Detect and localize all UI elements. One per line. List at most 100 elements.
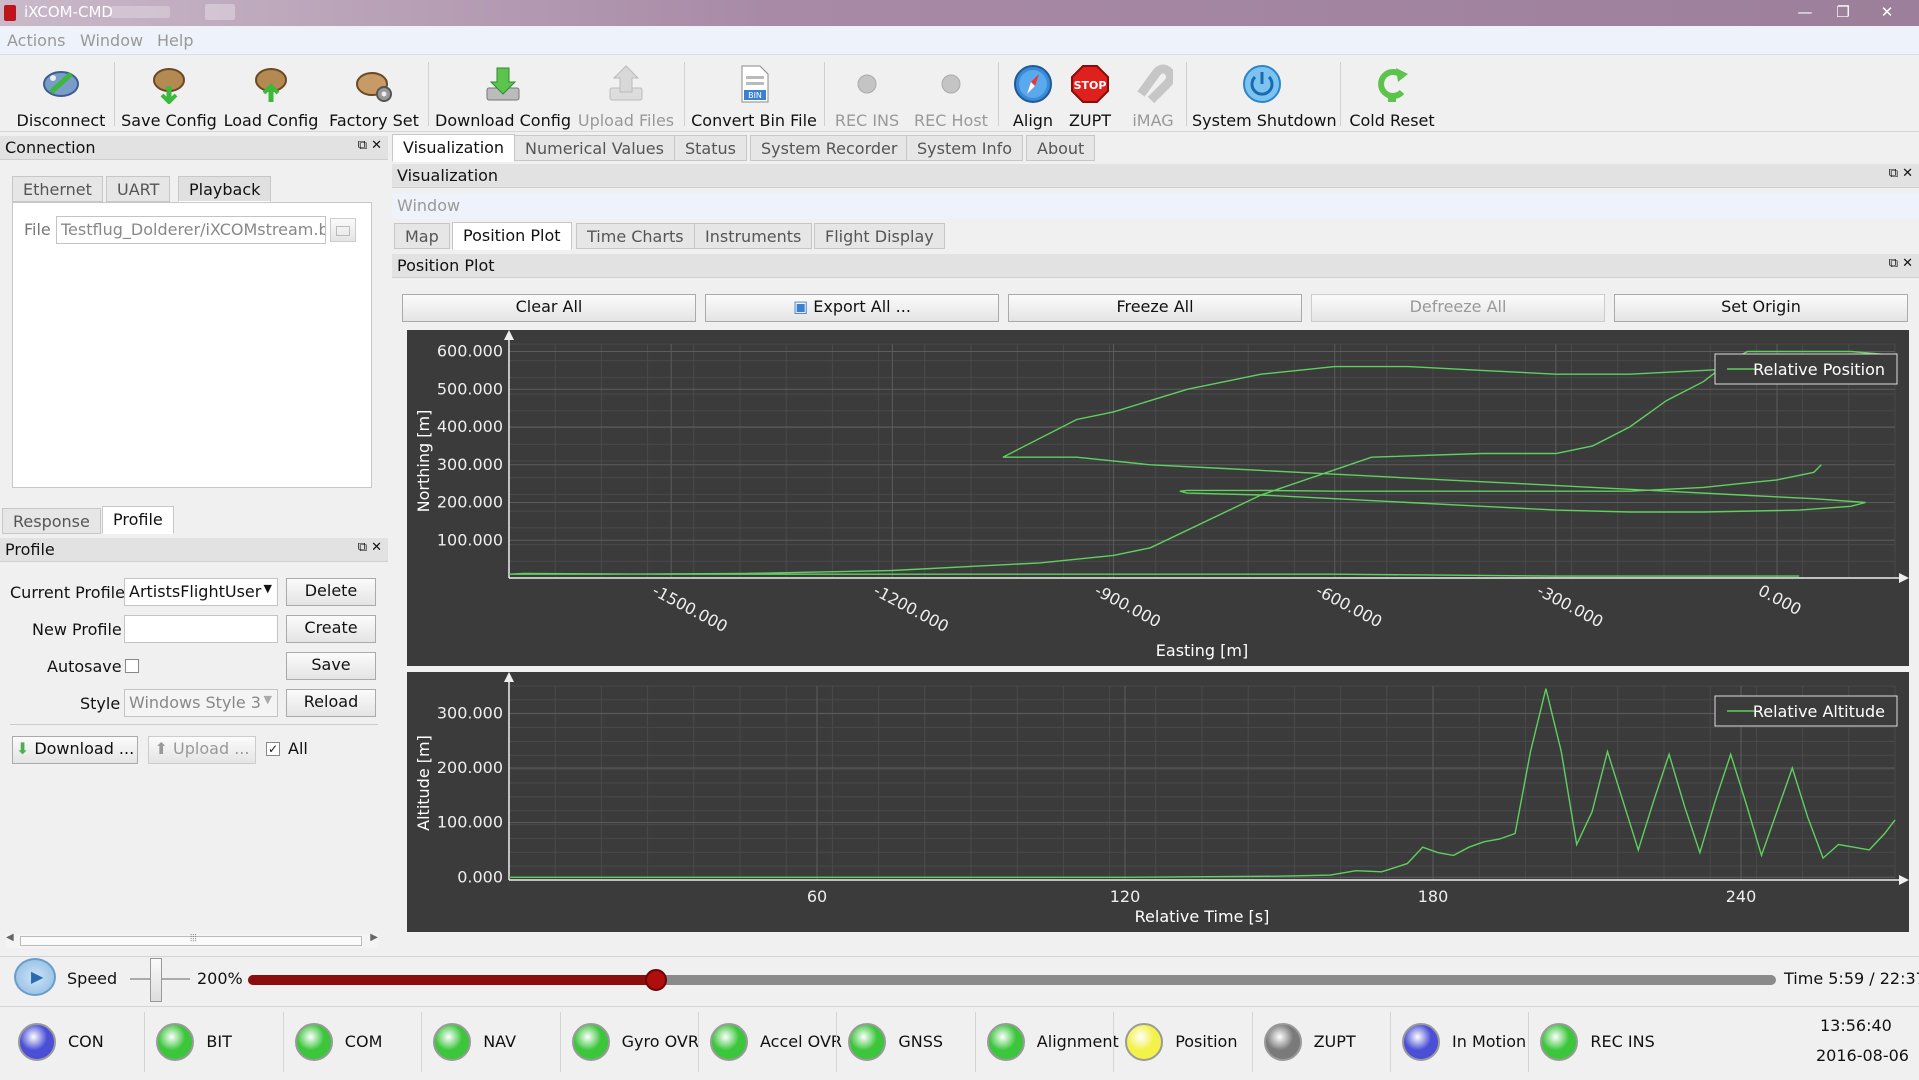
menu-help[interactable]: Help (157, 31, 193, 50)
save-config-button[interactable]: Save Config (120, 60, 218, 132)
reload-button[interactable]: Reload (286, 689, 376, 717)
altitude-plot-svg[interactable]: 60 120 180 240 0.000 100.000 200.000 300.000 Rel… (407, 672, 1909, 932)
set-origin-button[interactable]: Set Origin (1614, 294, 1908, 322)
status-separator (1113, 1012, 1115, 1072)
status-led-label: In Motion (1452, 1032, 1527, 1051)
y-tick-label: 200.000 (437, 493, 503, 512)
all-label: All (288, 739, 308, 758)
align-button[interactable]: Align (1004, 60, 1062, 132)
tab-instruments[interactable]: Instruments (694, 223, 813, 249)
playback-progress-handle[interactable] (644, 969, 667, 991)
tab-uart[interactable]: UART (106, 176, 171, 202)
status-separator (1251, 1012, 1253, 1072)
divider (10, 724, 378, 725)
speed-slider-handle[interactable] (150, 958, 162, 1002)
tab-playback[interactable]: Playback (178, 176, 272, 202)
status-led-indicator (1125, 1023, 1164, 1061)
playback-progress-track[interactable] (248, 975, 1776, 985)
zupt-button[interactable]: STOP ZUPT (1064, 60, 1116, 132)
status-separator (836, 1012, 838, 1072)
tab-about[interactable]: About (1026, 135, 1096, 161)
style-select[interactable]: Windows Style 3 ▼ (124, 689, 278, 717)
menu-window[interactable]: Window (80, 31, 143, 50)
horizontal-scrollbar[interactable]: ◀ ⦙⦙⦙ ▶ (6, 932, 378, 948)
dock-float-close-icon[interactable]: ⧉ ✕ (358, 540, 382, 555)
tab-response[interactable]: Response (2, 508, 101, 534)
status-separator (1528, 1012, 1530, 1072)
tab-system-recorder[interactable]: System Recorder (750, 135, 909, 161)
tab-map[interactable]: Map (394, 223, 450, 249)
status-led-label: REC INS (1590, 1032, 1655, 1051)
menu-actions[interactable]: Actions (7, 31, 65, 50)
tab-flight-display[interactable]: Flight Display (814, 223, 945, 249)
upload-arrow-icon: ⬆ (154, 739, 168, 758)
autosave-checkbox[interactable] (125, 659, 139, 673)
status-led-indicator (18, 1023, 56, 1061)
disconnect-button[interactable]: Disconnect (12, 60, 110, 132)
rec-ins-button[interactable]: REC INS (830, 60, 904, 132)
cold-reset-button[interactable]: Cold Reset (1346, 60, 1438, 132)
download-config-button[interactable]: Download Config (434, 60, 572, 132)
freeze-all-button[interactable]: Freeze All (1008, 294, 1302, 322)
grip-icon: ⦙⦙⦙ (190, 933, 197, 944)
tab-ethernet[interactable]: Ethernet (12, 176, 103, 202)
defreeze-all-button[interactable]: Defreeze All (1311, 294, 1605, 322)
tab-position-plot[interactable]: Position Plot (452, 222, 572, 250)
svg-text:BIN: BIN (748, 91, 762, 100)
file-label: File (24, 220, 51, 239)
position-plot[interactable]: -1500.000 -1200.000 -900.000 -600.000 -300.0… (407, 330, 1909, 666)
rec-host-button[interactable]: REC Host (910, 60, 992, 132)
scroll-right-icon[interactable]: ▶ (370, 932, 378, 943)
floppy-disk-icon: ▣ (793, 297, 809, 316)
delete-button[interactable]: Delete (286, 578, 376, 606)
altitude-plot[interactable]: 60 120 180 240 0.000 100.000 200.000 300.000 Rel… (407, 672, 1909, 932)
play-button[interactable]: ▶ (14, 958, 56, 996)
tab-numerical-values[interactable]: Numerical Values (514, 135, 675, 161)
tab-profile[interactable]: Profile (102, 506, 174, 534)
power-icon (1243, 65, 1281, 103)
tab-status[interactable]: Status (674, 135, 747, 161)
x-axis-label: Easting [m] (1156, 641, 1248, 660)
status-separator (282, 1012, 284, 1072)
new-profile-input[interactable] (124, 615, 278, 643)
all-checkbox[interactable]: ✓ (266, 742, 280, 756)
upload-files-button[interactable]: Upload Files (576, 60, 676, 132)
status-separator (974, 1012, 976, 1072)
clear-all-button[interactable]: Clear All (402, 294, 696, 322)
close-button[interactable]: ✕ (1868, 0, 1906, 24)
tab-system-info[interactable]: System Info (906, 135, 1024, 161)
export-all-button[interactable]: ▣ Export All ... (705, 294, 999, 322)
convert-bin-button[interactable]: BIN Convert Bin File (690, 60, 818, 132)
legend-label: Relative Altitude (1753, 702, 1885, 721)
dock-float-close-icon[interactable]: ⧉ ✕ (1889, 166, 1913, 181)
create-button[interactable]: Create (286, 615, 376, 643)
save-config-icon (153, 68, 185, 104)
file-path-field[interactable]: Testflug_Dolderer/iXCOMstream.bin (56, 216, 326, 244)
maximize-button[interactable]: ❐ (1824, 0, 1862, 24)
x-tick-label: 60 (807, 887, 827, 906)
dock-float-close-icon[interactable]: ⧉ ✕ (358, 138, 382, 153)
scroll-left-icon[interactable]: ◀ (6, 932, 14, 943)
menu-bar: Actions Window Help (0, 27, 1919, 55)
x-axis-arrow-icon (1899, 875, 1909, 885)
save-button[interactable]: Save (286, 652, 376, 680)
current-profile-select[interactable]: ArtistsFlightUser ▼ (124, 578, 278, 606)
status-separator (698, 1012, 699, 1072)
position-plot-svg[interactable]: -1500.000 -1200.000 -900.000 -600.000 -300.0… (407, 330, 1909, 666)
download-profile-button[interactable]: ⬇ Download ... (12, 736, 138, 764)
record-icon (857, 74, 877, 94)
y-tick-label: 600.000 (437, 342, 503, 361)
dock-float-close-icon[interactable]: ⧉ ✕ (1889, 256, 1913, 271)
tab-visualization[interactable]: Visualization (392, 134, 516, 162)
imag-button[interactable]: iMAG (1126, 60, 1180, 132)
load-config-button[interactable]: Load Config (222, 60, 320, 132)
new-profile-label: New Profile (32, 620, 122, 639)
y-axis-label: Altitude [m] (414, 735, 433, 831)
browse-file-button[interactable] (330, 218, 356, 242)
system-shutdown-button[interactable]: System Shutdown (1192, 60, 1337, 132)
minimize-button[interactable]: — (1786, 0, 1824, 24)
tab-time-charts[interactable]: Time Charts (576, 223, 695, 249)
status-led-indicator (986, 1023, 1025, 1061)
upload-profile-button[interactable]: ⬆ Upload ... (148, 736, 256, 764)
factory-set-button[interactable]: Factory Set (325, 60, 423, 132)
